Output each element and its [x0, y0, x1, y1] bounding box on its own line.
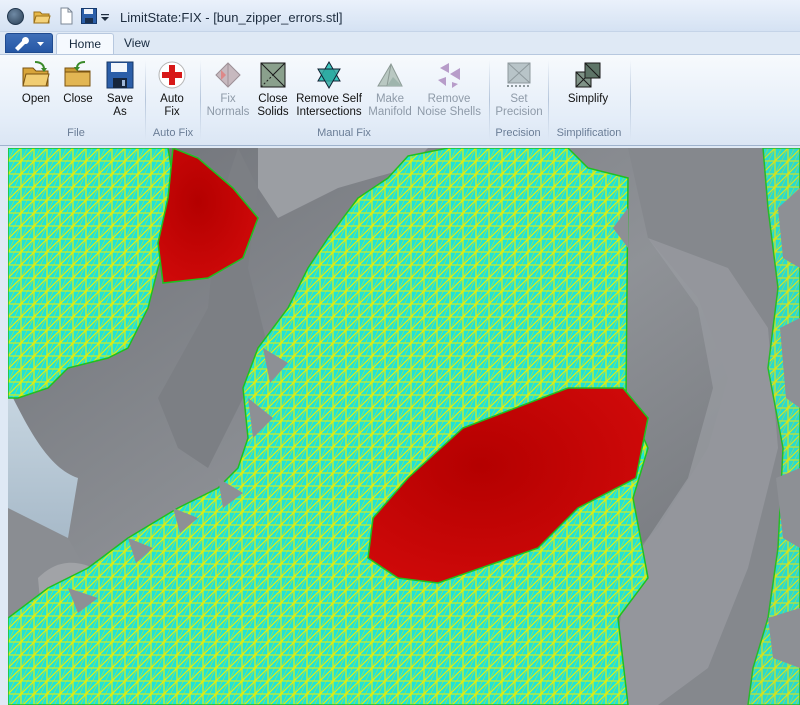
open-button[interactable]: Open — [15, 60, 57, 106]
simplify-button[interactable]: Simplify — [560, 60, 616, 106]
wrench-icon — [15, 37, 44, 51]
window-title: LimitState:FIX - [bun_zipper_errors.stl] — [120, 10, 343, 25]
open-label-line1: Open — [21, 93, 51, 105]
save-disk-icon — [106, 61, 134, 89]
save-as-button[interactable]: Save As — [99, 60, 141, 119]
close-solids-label-line1: Close — [258, 93, 288, 105]
tab-home[interactable]: Home — [56, 33, 115, 55]
close-solids-icon — [260, 62, 286, 88]
close-solids-button[interactable]: Close Solids — [253, 60, 293, 119]
group-label-simplification: Simplification — [556, 127, 622, 139]
set-precision-label-line2: Precision — [495, 106, 543, 118]
red-cross-icon — [158, 61, 186, 89]
set-precision-label-line1: Set — [510, 93, 528, 105]
fix-normals-label-line1: Fix — [220, 93, 236, 105]
app-wrench-icon[interactable] — [7, 8, 24, 25]
auto-fix-button[interactable]: Auto Fix — [150, 60, 194, 119]
group-label-file: File — [67, 127, 85, 139]
set-precision-icon — [507, 62, 531, 87]
remove-noise-shells-label-line1: Remove — [427, 93, 471, 105]
fix-normals-icon — [215, 62, 241, 88]
group-separator — [630, 60, 631, 140]
star-intersection-icon — [317, 61, 341, 89]
auto-fix-label-line1: Auto — [160, 93, 184, 105]
remove-noise-shells-button[interactable]: Remove Noise Shells — [415, 60, 483, 119]
remove-noise-shells-label-line2: Noise Shells — [417, 106, 481, 118]
make-manifold-label-line1: Make — [375, 93, 405, 105]
3d-viewport[interactable] — [8, 148, 800, 705]
group-label-precision: Precision — [495, 127, 541, 139]
fix-normals-label-line2: Normals — [206, 106, 250, 118]
make-manifold-button[interactable]: Make Manifold — [365, 60, 415, 119]
save-as-label-line1: Save — [106, 93, 134, 105]
remove-self-intersections-button[interactable]: Remove Self Intersections — [293, 60, 365, 119]
title-bar: LimitState:FIX - [bun_zipper_errors.stl] — [0, 0, 800, 32]
auto-fix-label-line2: Fix — [164, 106, 180, 118]
simplify-label-line1: Simplify — [567, 93, 609, 105]
make-manifold-icon — [377, 62, 403, 87]
open-folder-icon — [22, 61, 50, 87]
close-label-line1: Close — [63, 93, 93, 105]
new-document-icon[interactable] — [57, 7, 75, 25]
remove-self-intersections-label-line1: Remove Self — [296, 93, 362, 105]
remove-self-intersections-label-line2: Intersections — [296, 106, 362, 118]
dropdown-arrow-icon[interactable] — [100, 7, 110, 25]
set-precision-button[interactable]: Set Precision — [493, 60, 545, 119]
fix-normals-button[interactable]: Fix Normals — [203, 60, 253, 119]
simplify-mesh-icon — [575, 62, 601, 88]
save-as-label-line2: As — [113, 106, 127, 118]
make-manifold-label-line2: Manifold — [368, 106, 412, 118]
open-folder-icon[interactable] — [33, 7, 51, 25]
save-disk-icon[interactable] — [80, 7, 98, 25]
noise-shells-icon — [438, 63, 460, 88]
application-menu-button[interactable] — [5, 33, 53, 53]
close-button[interactable]: Close — [57, 60, 99, 106]
tab-view[interactable]: View — [112, 33, 162, 55]
close-folder-icon — [64, 61, 91, 87]
close-solids-label-line2: Solids — [257, 106, 289, 118]
group-label-auto-fix: Auto Fix — [152, 127, 194, 139]
group-label-manual-fix: Manual Fix — [317, 127, 371, 139]
